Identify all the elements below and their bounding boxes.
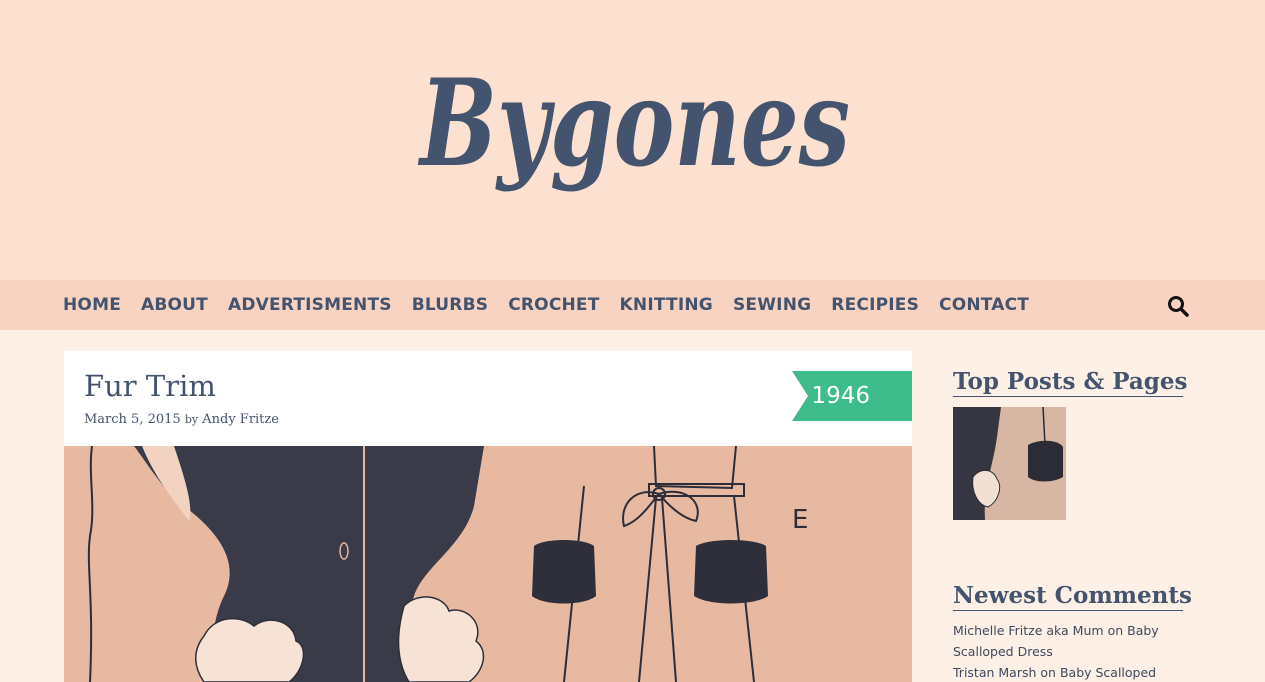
top-post-thumbnail[interactable] bbox=[953, 407, 1066, 520]
post-meta: March 5, 2015 by Andy Fritze bbox=[84, 412, 279, 427]
post-title[interactable]: Fur Trim bbox=[84, 369, 216, 403]
post-header: Fur Trim March 5, 2015 by Andy Fritze bbox=[64, 351, 912, 446]
nav-item-about[interactable]: ABOUT bbox=[141, 295, 208, 315]
nav-list: HOME ABOUT ADVERTISMENTS BLURBS CROCHET … bbox=[63, 280, 1049, 330]
comment-on-label: on bbox=[1107, 623, 1124, 638]
nav-item-crochet[interactable]: CROCHET bbox=[508, 295, 599, 315]
main-nav: HOME ABOUT ADVERTISMENTS BLURBS CROCHET … bbox=[0, 280, 1265, 330]
comment-on-label: on bbox=[1040, 665, 1056, 680]
post-by-label: by bbox=[184, 413, 199, 426]
widget-title-newest-comments: Newest Comments bbox=[953, 582, 1192, 611]
nav-item-advertisments[interactable]: ADVERTISMENTS bbox=[228, 295, 392, 315]
comment-item: Michelle Fritze aka Mum on Baby Scallope… bbox=[953, 620, 1193, 662]
site-logo[interactable]: Bygones bbox=[410, 30, 860, 250]
fur-trim-illustration: E bbox=[64, 446, 912, 682]
year-badge[interactable]: 1946 bbox=[792, 371, 912, 421]
illustration-label: E bbox=[792, 505, 808, 535]
nav-item-home[interactable]: HOME bbox=[63, 295, 121, 315]
nav-item-contact[interactable]: CONTACT bbox=[939, 295, 1029, 315]
widget-title-top-posts: Top Posts & Pages bbox=[953, 368, 1188, 397]
nav-item-blurbs[interactable]: BLURBS bbox=[412, 295, 488, 315]
post-author[interactable]: Andy Fritze bbox=[202, 412, 279, 427]
top-post-thumbnail-image bbox=[953, 407, 1066, 520]
post-featured-image[interactable]: E bbox=[64, 446, 912, 682]
nav-item-recipies[interactable]: RECIPIES bbox=[831, 295, 919, 315]
site-logo-text: Bygones bbox=[418, 53, 850, 194]
nav-item-sewing[interactable]: SEWING bbox=[733, 295, 811, 315]
comment-author-link[interactable]: Tristan Marsh bbox=[953, 665, 1036, 680]
comment-author-link[interactable]: Michelle Fritze aka Mum bbox=[953, 623, 1104, 638]
comment-item: Tristan Marsh on Baby Scalloped Dress bbox=[953, 662, 1193, 682]
post-date[interactable]: March 5, 2015 bbox=[84, 412, 181, 427]
search-icon[interactable] bbox=[1166, 294, 1190, 318]
comments-list: Michelle Fritze aka Mum on Baby Scallope… bbox=[953, 620, 1193, 682]
nav-item-knitting[interactable]: KNITTING bbox=[620, 295, 713, 315]
site-header: Bygones bbox=[0, 0, 1265, 280]
